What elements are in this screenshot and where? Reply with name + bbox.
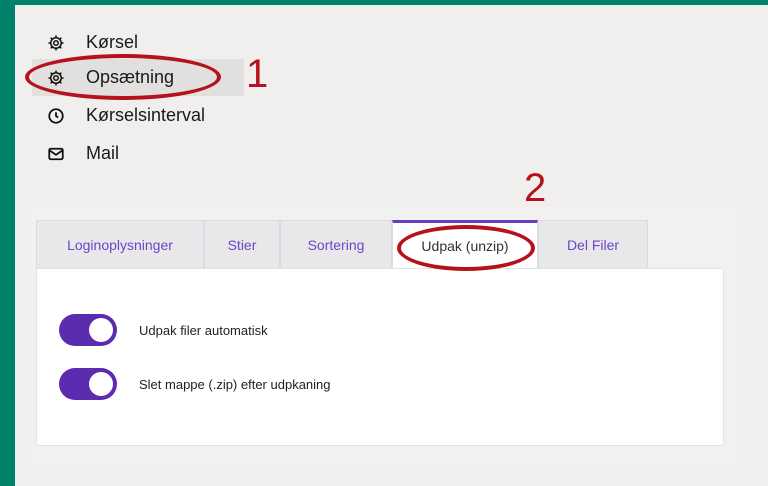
- menu-item-label: Kørsel: [86, 32, 139, 52]
- frame-top-border: [0, 0, 768, 5]
- toggle-knob: [89, 318, 113, 342]
- callout-highlight-2: [397, 225, 535, 271]
- setting-row-delete-folder: Slet mappe (.zip) efter udpkaning: [59, 368, 331, 400]
- tab-del-filer[interactable]: Del Filer: [538, 220, 648, 268]
- callout-number-1: 1: [246, 52, 269, 96]
- settings-panel: Loginoplysninger Stier Sortering Udpak (…: [30, 206, 736, 464]
- frame-left-border: [0, 0, 15, 486]
- tab-sortering[interactable]: Sortering: [280, 220, 392, 268]
- unzip-auto-toggle[interactable]: [59, 314, 117, 346]
- mail-icon: [46, 144, 66, 164]
- delete-folder-toggle[interactable]: [59, 368, 117, 400]
- tab-content: Udpak filer automatisk Slet mappe (.zip)…: [36, 268, 724, 446]
- toggle-knob: [89, 372, 113, 396]
- menu-item-label: Mail: [86, 143, 120, 163]
- menu-item-mail[interactable]: Mail: [32, 135, 244, 172]
- gear-icon: [46, 33, 66, 53]
- tab-bar: Loginoplysninger Stier Sortering Udpak (…: [36, 220, 648, 268]
- menu-item-korselsinterval[interactable]: Kørselsinterval: [32, 97, 244, 134]
- setting-row-unzip-auto: Udpak filer automatisk: [59, 314, 268, 346]
- menu-item-label: Kørselsinterval: [86, 105, 206, 125]
- unzip-auto-label: Udpak filer automatisk: [139, 322, 268, 338]
- callout-highlight-1: [25, 54, 221, 100]
- delete-folder-label: Slet mappe (.zip) efter udpkaning: [139, 376, 331, 392]
- callout-number-2: 2: [524, 166, 547, 210]
- tab-stier[interactable]: Stier: [204, 220, 280, 268]
- clock-icon: [46, 106, 66, 126]
- side-menu: Kørsel Opsætning Kørselsinterval Mail: [32, 22, 244, 192]
- tab-loginoplysninger[interactable]: Loginoplysninger: [36, 220, 204, 268]
